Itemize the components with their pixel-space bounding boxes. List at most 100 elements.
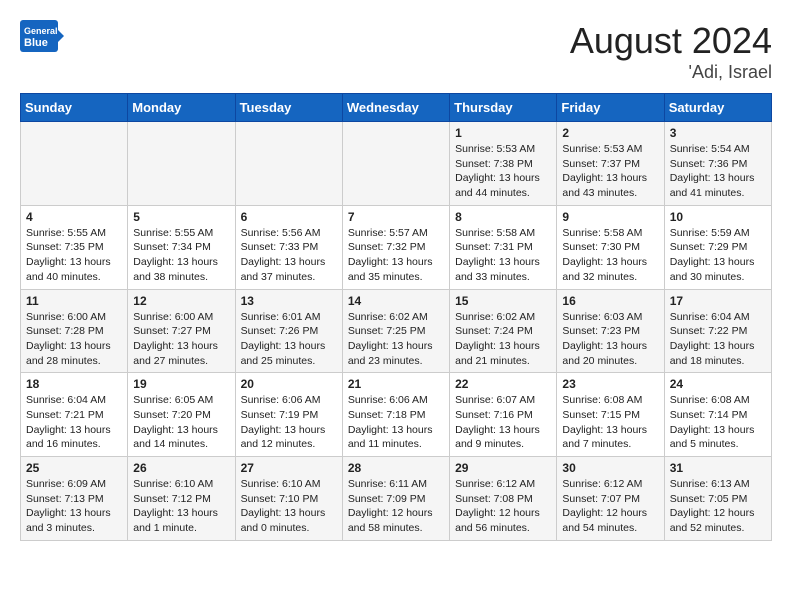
weekday-header-cell: Wednesday xyxy=(342,94,449,122)
day-info: Sunrise: 5:55 AM Sunset: 7:35 PM Dayligh… xyxy=(26,227,111,283)
calendar-cell xyxy=(235,122,342,206)
day-info: Sunrise: 6:00 AM Sunset: 7:27 PM Dayligh… xyxy=(133,311,218,367)
calendar-cell: 24 Sunrise: 6:08 AM Sunset: 7:14 PM Dayli… xyxy=(664,373,771,457)
day-info: Sunrise: 6:10 AM Sunset: 7:10 PM Dayligh… xyxy=(241,478,326,534)
day-number: 4 xyxy=(26,210,122,224)
day-number: 29 xyxy=(455,461,551,475)
day-info: Sunrise: 6:02 AM Sunset: 7:24 PM Dayligh… xyxy=(455,311,540,367)
calendar-cell: 25 Sunrise: 6:09 AM Sunset: 7:13 PM Dayli… xyxy=(21,457,128,541)
day-number: 25 xyxy=(26,461,122,475)
day-number: 16 xyxy=(562,294,658,308)
logo-icon: General Blue xyxy=(20,20,64,52)
calendar-body: 1 Sunrise: 5:53 AM Sunset: 7:38 PM Daylig… xyxy=(21,122,772,541)
day-info: Sunrise: 6:07 AM Sunset: 7:16 PM Dayligh… xyxy=(455,394,540,450)
day-number: 15 xyxy=(455,294,551,308)
day-number: 18 xyxy=(26,377,122,391)
day-info: Sunrise: 6:08 AM Sunset: 7:14 PM Dayligh… xyxy=(670,394,755,450)
calendar-cell: 31 Sunrise: 6:13 AM Sunset: 7:05 PM Dayli… xyxy=(664,457,771,541)
calendar-cell: 29 Sunrise: 6:12 AM Sunset: 7:08 PM Dayli… xyxy=(450,457,557,541)
day-info: Sunrise: 6:00 AM Sunset: 7:28 PM Dayligh… xyxy=(26,311,111,367)
calendar-cell: 20 Sunrise: 6:06 AM Sunset: 7:19 PM Dayli… xyxy=(235,373,342,457)
calendar-week-row: 4 Sunrise: 5:55 AM Sunset: 7:35 PM Daylig… xyxy=(21,205,772,289)
day-number: 14 xyxy=(348,294,444,308)
day-number: 24 xyxy=(670,377,766,391)
day-info: Sunrise: 6:08 AM Sunset: 7:15 PM Dayligh… xyxy=(562,394,647,450)
day-info: Sunrise: 6:02 AM Sunset: 7:25 PM Dayligh… xyxy=(348,311,433,367)
day-number: 12 xyxy=(133,294,229,308)
day-number: 30 xyxy=(562,461,658,475)
location: 'Adi, Israel xyxy=(570,62,772,83)
day-info: Sunrise: 5:53 AM Sunset: 7:38 PM Dayligh… xyxy=(455,143,540,199)
weekday-header-cell: Monday xyxy=(128,94,235,122)
day-number: 26 xyxy=(133,461,229,475)
day-info: Sunrise: 6:11 AM Sunset: 7:09 PM Dayligh… xyxy=(348,478,433,534)
day-number: 19 xyxy=(133,377,229,391)
day-info: Sunrise: 6:12 AM Sunset: 7:07 PM Dayligh… xyxy=(562,478,647,534)
month-year: August 2024 xyxy=(570,20,772,62)
day-number: 9 xyxy=(562,210,658,224)
day-info: Sunrise: 6:01 AM Sunset: 7:26 PM Dayligh… xyxy=(241,311,326,367)
calendar-week-row: 1 Sunrise: 5:53 AM Sunset: 7:38 PM Daylig… xyxy=(21,122,772,206)
day-info: Sunrise: 6:12 AM Sunset: 7:08 PM Dayligh… xyxy=(455,478,540,534)
day-info: Sunrise: 5:58 AM Sunset: 7:30 PM Dayligh… xyxy=(562,227,647,283)
calendar-cell: 7Sunrise: 5:57 AM Sunset: 7:32 PM Daylig… xyxy=(342,205,449,289)
weekday-header-cell: Friday xyxy=(557,94,664,122)
calendar-cell: 9 Sunrise: 5:58 AM Sunset: 7:30 PM Daylig… xyxy=(557,205,664,289)
day-number: 27 xyxy=(241,461,337,475)
calendar-cell: 14 Sunrise: 6:02 AM Sunset: 7:25 PM Dayli… xyxy=(342,289,449,373)
day-info: Sunrise: 5:53 AM Sunset: 7:37 PM Dayligh… xyxy=(562,143,647,199)
calendar-cell: 11Sunrise: 6:00 AM Sunset: 7:28 PM Dayli… xyxy=(21,289,128,373)
weekday-header-cell: Thursday xyxy=(450,94,557,122)
day-info: Sunrise: 5:54 AM Sunset: 7:36 PM Dayligh… xyxy=(670,143,755,199)
day-number: 17 xyxy=(670,294,766,308)
day-number: 8 xyxy=(455,210,551,224)
day-number: 1 xyxy=(455,126,551,140)
calendar-table: SundayMondayTuesdayWednesdayThursdayFrid… xyxy=(20,93,772,541)
calendar-cell: 4 Sunrise: 5:55 AM Sunset: 7:35 PM Daylig… xyxy=(21,205,128,289)
day-info: Sunrise: 6:06 AM Sunset: 7:18 PM Dayligh… xyxy=(348,394,433,450)
day-info: Sunrise: 5:56 AM Sunset: 7:33 PM Dayligh… xyxy=(241,227,326,283)
calendar-cell: 30 Sunrise: 6:12 AM Sunset: 7:07 PM Dayli… xyxy=(557,457,664,541)
day-number: 5 xyxy=(133,210,229,224)
day-number: 7 xyxy=(348,210,444,224)
day-info: Sunrise: 6:04 AM Sunset: 7:21 PM Dayligh… xyxy=(26,394,111,450)
day-number: 22 xyxy=(455,377,551,391)
calendar-cell: 1 Sunrise: 5:53 AM Sunset: 7:38 PM Daylig… xyxy=(450,122,557,206)
weekday-header-row: SundayMondayTuesdayWednesdayThursdayFrid… xyxy=(21,94,772,122)
calendar-cell xyxy=(342,122,449,206)
day-number: 31 xyxy=(670,461,766,475)
day-number: 2 xyxy=(562,126,658,140)
calendar-cell: 3Sunrise: 5:54 AM Sunset: 7:36 PM Daylig… xyxy=(664,122,771,206)
svg-text:General: General xyxy=(24,26,58,36)
day-number: 10 xyxy=(670,210,766,224)
calendar-week-row: 18 Sunrise: 6:04 AM Sunset: 7:21 PM Dayli… xyxy=(21,373,772,457)
day-number: 28 xyxy=(348,461,444,475)
calendar-cell: 19 Sunrise: 6:05 AM Sunset: 7:20 PM Dayli… xyxy=(128,373,235,457)
calendar-cell xyxy=(21,122,128,206)
day-info: Sunrise: 6:09 AM Sunset: 7:13 PM Dayligh… xyxy=(26,478,111,534)
weekday-header-cell: Sunday xyxy=(21,94,128,122)
calendar-cell: 21Sunrise: 6:06 AM Sunset: 7:18 PM Dayli… xyxy=(342,373,449,457)
day-number: 13 xyxy=(241,294,337,308)
calendar-cell: 5Sunrise: 5:55 AM Sunset: 7:34 PM Daylig… xyxy=(128,205,235,289)
day-info: Sunrise: 6:05 AM Sunset: 7:20 PM Dayligh… xyxy=(133,394,218,450)
title-block: August 2024 'Adi, Israel xyxy=(570,20,772,83)
calendar-cell: 15 Sunrise: 6:02 AM Sunset: 7:24 PM Dayli… xyxy=(450,289,557,373)
day-number: 20 xyxy=(241,377,337,391)
day-info: Sunrise: 6:13 AM Sunset: 7:05 PM Dayligh… xyxy=(670,478,755,534)
day-info: Sunrise: 6:06 AM Sunset: 7:19 PM Dayligh… xyxy=(241,394,326,450)
calendar-cell: 6Sunrise: 5:56 AM Sunset: 7:33 PM Daylig… xyxy=(235,205,342,289)
calendar-cell xyxy=(128,122,235,206)
weekday-header-cell: Tuesday xyxy=(235,94,342,122)
page-header: General Blue August 2024 'Adi, Israel xyxy=(20,20,772,83)
calendar-cell: 22 Sunrise: 6:07 AM Sunset: 7:16 PM Dayli… xyxy=(450,373,557,457)
calendar-week-row: 25 Sunrise: 6:09 AM Sunset: 7:13 PM Dayli… xyxy=(21,457,772,541)
day-info: Sunrise: 6:04 AM Sunset: 7:22 PM Dayligh… xyxy=(670,311,755,367)
calendar-cell: 10 Sunrise: 5:59 AM Sunset: 7:29 PM Dayli… xyxy=(664,205,771,289)
calendar-cell: 18 Sunrise: 6:04 AM Sunset: 7:21 PM Dayli… xyxy=(21,373,128,457)
calendar-cell: 16Sunrise: 6:03 AM Sunset: 7:23 PM Dayli… xyxy=(557,289,664,373)
calendar-week-row: 11Sunrise: 6:00 AM Sunset: 7:28 PM Dayli… xyxy=(21,289,772,373)
day-info: Sunrise: 5:59 AM Sunset: 7:29 PM Dayligh… xyxy=(670,227,755,283)
day-info: Sunrise: 5:58 AM Sunset: 7:31 PM Dayligh… xyxy=(455,227,540,283)
svg-text:Blue: Blue xyxy=(24,37,48,49)
